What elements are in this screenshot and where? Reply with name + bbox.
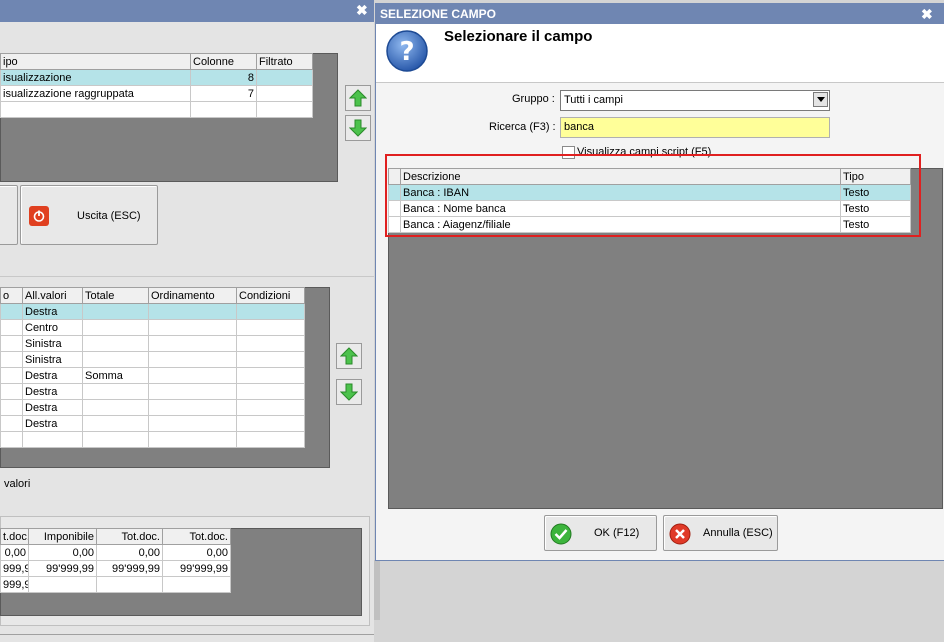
svg-text:?: ? [399,37,414,67]
col-header-condizioni[interactable]: Condizioni [236,287,305,304]
col-header-allvalori[interactable]: All.valori [22,287,83,304]
arrow-down-icon [340,383,358,401]
partial-button[interactable] [0,185,18,245]
col-header-filtrato[interactable]: Filtrato [256,53,313,70]
table-row[interactable]: Destra [0,303,305,320]
table-row[interactable]: Sinistra [0,335,305,352]
dialog-title-bar: SELEZIONE CAMPO ✖ [376,4,944,24]
col-header-totdoc[interactable]: Tot.doc. [96,528,163,545]
table-row[interactable]: Centro [0,319,305,336]
col-header-totale[interactable]: Totale [82,287,149,304]
background-title-bar [0,0,374,22]
separator [0,276,374,277]
table-row[interactable]: Destra Somma [0,367,305,384]
col-header-ordinamento[interactable]: Ordinamento [148,287,237,304]
search-input[interactable]: banca [560,117,830,138]
group-select-value: Tutti i campi [564,94,623,106]
field-selection-dialog: SELEZIONE CAMPO ✖ ? Selezionare il campo… [375,3,944,561]
table-row[interactable]: Destra [0,399,305,416]
table-row[interactable]: Sinistra [0,351,305,368]
cancel-icon [669,523,691,545]
preview-table[interactable]: t.doc. Imponibile Tot.doc. Tot.doc. 0,00… [0,528,231,593]
col-header-totdoc-2[interactable]: Tot.doc. [162,528,231,545]
table-row[interactable]: isualizzazione raggruppata 7 [0,85,313,102]
table-row[interactable]: 999,99 99'999,99 99'999,99 99'999,99 [0,560,231,577]
col-header-tipo[interactable]: ipo [0,53,191,70]
ok-button-label: OK (F12) [594,527,640,539]
scroll-strip [374,560,380,620]
background-close-icon[interactable]: ✖ [356,0,368,20]
cancel-button-label: Annulla (ESC) [703,527,773,539]
search-input-value: banca [564,121,594,133]
table-row[interactable] [0,101,313,118]
table-row[interactable]: Destra [0,383,305,400]
exit-button[interactable]: Uscita (ESC) [20,185,158,245]
dropdown-arrow[interactable] [813,92,828,107]
views-table[interactable]: ipo Colonne Filtrato isualizzazione 8 is… [0,53,313,118]
col-header-c0[interactable]: o [0,287,23,304]
arrow-up-icon [349,89,367,107]
arrow-down-icon [349,119,367,137]
arrow-up-icon [340,347,358,365]
cancel-button[interactable]: Annulla (ESC) [663,515,778,551]
columns-table[interactable]: o All.valori Totale Ordinamento Condizio… [0,287,305,448]
annotation-highlight-box [385,154,921,237]
group-label: Gruppo : [512,93,555,105]
dialog-heading: Selezionare il campo [444,28,593,45]
background-window: ✖ ipo Colonne Filtrato isualizzazione 8 … [0,0,374,642]
question-icon: ? [386,30,428,72]
table-row[interactable]: Destra [0,415,305,432]
bottom-separator [0,634,374,635]
columns-move-down-button[interactable] [336,379,362,405]
table-row[interactable]: 0,00 0,00 0,00 0,00 [0,544,231,561]
table-row[interactable]: isualizzazione 8 [0,69,313,86]
power-icon [29,206,49,226]
move-up-button[interactable] [345,85,371,111]
columns-move-up-button[interactable] [336,343,362,369]
table-row[interactable]: 999,99 [0,576,231,593]
dialog-title: SELEZIONE CAMPO [380,7,497,21]
dialog-header: ? Selezionare il campo [376,24,944,83]
ok-button[interactable]: OK (F12) [544,515,657,551]
values-label: valori [4,478,31,490]
move-down-button[interactable] [345,115,371,141]
col-header-colonne[interactable]: Colonne [190,53,257,70]
col-header-tdoc[interactable]: t.doc. [0,528,29,545]
table-row[interactable] [0,431,305,448]
group-select[interactable]: Tutti i campi [560,90,830,111]
check-icon [550,523,572,545]
chevron-down-icon [816,97,825,102]
exit-button-label: Uscita (ESC) [77,210,141,222]
search-label: Ricerca (F3) : [489,121,556,133]
dialog-close-icon[interactable]: ✖ [921,4,933,24]
col-header-imponibile[interactable]: Imponibile [28,528,97,545]
